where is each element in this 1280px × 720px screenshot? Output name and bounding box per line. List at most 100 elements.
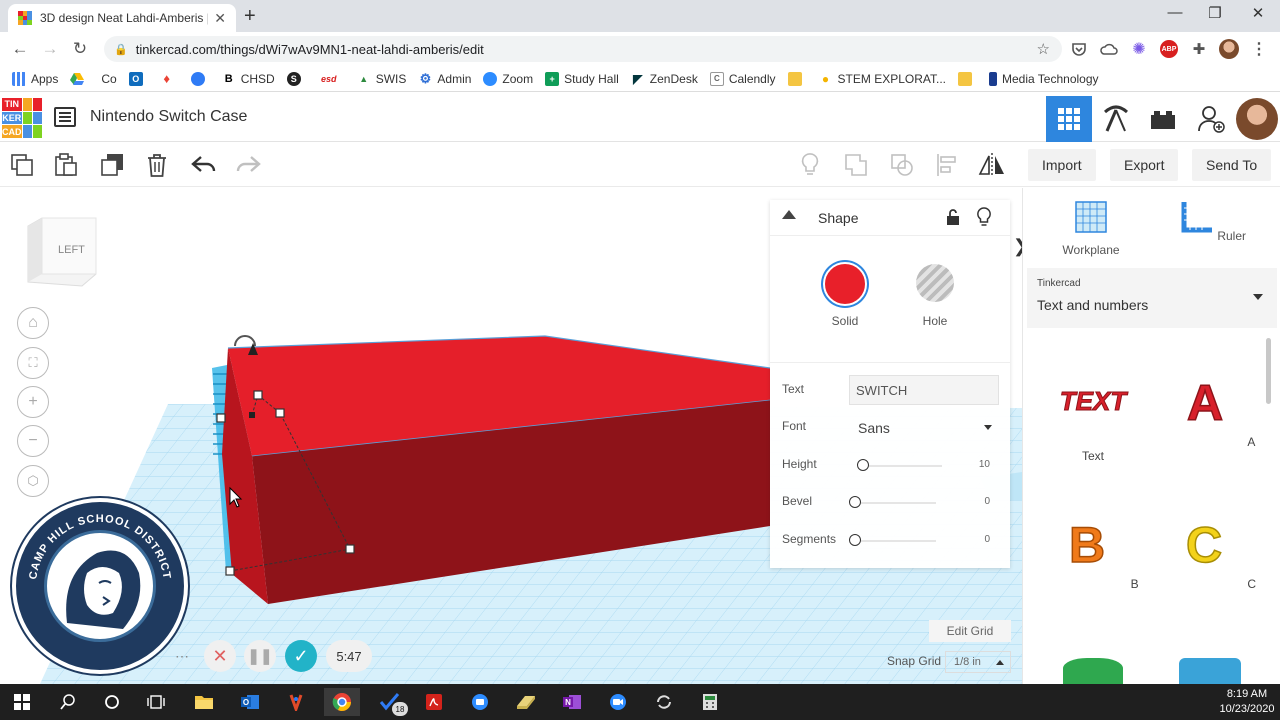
minimize-icon[interactable]: —	[1160, 4, 1190, 21]
segments-slider-track[interactable]	[856, 540, 936, 542]
taskbar-app-8[interactable]	[508, 688, 544, 716]
zoom-taskbar-button[interactable]	[462, 688, 498, 716]
window-close-icon[interactable]: ✕	[1243, 4, 1273, 22]
design-list-menu-icon[interactable]	[54, 107, 76, 127]
new-tab-plus-icon[interactable]: +	[244, 5, 256, 28]
pocket-icon[interactable]	[1068, 38, 1090, 60]
forward-arrow-icon[interactable]: →	[35, 39, 65, 59]
letter-e-thumbnail-partial[interactable]	[1179, 658, 1241, 684]
resize-handle[interactable]	[216, 413, 226, 423]
align-button[interactable]	[934, 151, 962, 179]
address-bar[interactable]: 🔒 tinkercad.com/things/dWi7wAv9MN1-neat-…	[104, 36, 1062, 62]
tinkercad-logo[interactable]: TIN KER CAD	[2, 98, 42, 138]
file-explorer-button[interactable]	[186, 688, 222, 716]
extensions-puzzle-icon[interactable]: ✚	[1188, 38, 1210, 60]
chrome-taskbar-button[interactable]	[324, 688, 360, 716]
duplicate-button[interactable]	[98, 151, 126, 179]
rotate-handle[interactable]	[234, 335, 256, 347]
resize-handle[interactable]	[275, 408, 285, 418]
taskbar-app-3[interactable]	[278, 688, 314, 716]
lock-shape-icon[interactable]	[946, 208, 960, 231]
shape-b[interactable]: B B	[1043, 510, 1143, 591]
bookmark-swis[interactable]: ▲ SWIS	[357, 72, 406, 86]
browser-tab[interactable]: 3D design Neat Lahdi-Amberis | ✕	[8, 4, 236, 32]
hide-shape-lightbulb-icon[interactable]	[976, 207, 992, 232]
chrome-menu-icon[interactable]: ⋮	[1248, 38, 1270, 60]
notes-button[interactable]	[796, 151, 824, 179]
solid-color-swatch[interactable]	[823, 262, 867, 306]
cloud-icon[interactable]	[1098, 38, 1120, 60]
taskbar-app-12[interactable]	[692, 688, 728, 716]
bookmark-zoom[interactable]: Zoom	[483, 71, 533, 86]
bookmark-co[interactable]: Co	[101, 72, 116, 86]
maximize-icon[interactable]: ❐	[1200, 4, 1230, 22]
profile-avatar-icon[interactable]	[1218, 38, 1240, 60]
home-view-button[interactable]: ⌂	[17, 307, 49, 339]
ungroup-button[interactable]	[888, 151, 916, 179]
recorder-done-button[interactable]: ✓	[285, 640, 317, 672]
shape-c[interactable]: C C	[1160, 510, 1260, 591]
bookmark-maps[interactable]: ♦	[160, 71, 179, 86]
3d-view-button[interactable]	[1046, 96, 1092, 142]
resize-handle[interactable]	[253, 390, 263, 400]
collapse-caret-icon[interactable]	[782, 210, 796, 219]
bookmark-outlook[interactable]: O	[128, 71, 148, 86]
height-slider-knob[interactable]	[857, 459, 869, 471]
segments-slider-knob[interactable]	[849, 534, 861, 546]
export-button[interactable]: Export	[1110, 149, 1179, 181]
redo-button[interactable]	[234, 151, 262, 179]
adblock-icon[interactable]: ABP	[1158, 38, 1180, 60]
recorder-cancel-button[interactable]: ✕	[204, 640, 236, 672]
undo-button[interactable]	[190, 151, 218, 179]
taskbar-app-11[interactable]	[646, 688, 682, 716]
resize-handle[interactable]	[225, 566, 235, 576]
shapes-scrollbar[interactable]	[1266, 338, 1271, 404]
shape-library-select[interactable]: Tinkercad Text and numbers	[1027, 268, 1277, 328]
reload-icon[interactable]: ↻	[65, 39, 95, 59]
bookmark-calendly[interactable]: C Calendly	[709, 71, 776, 86]
zoom-meetings-button[interactable]	[600, 688, 636, 716]
resize-handle[interactable]	[345, 544, 355, 554]
bookmark-s[interactable]: S	[286, 71, 306, 86]
bookmark-folder-2[interactable]	[958, 71, 977, 86]
send-to-button[interactable]: Send To	[1192, 149, 1272, 181]
snap-grid-select[interactable]: 1/8 in	[945, 651, 1011, 673]
zoom-out-button[interactable]: −	[17, 425, 49, 457]
acrobat-button[interactable]	[416, 688, 452, 716]
cortana-button[interactable]	[94, 688, 130, 716]
bookmark-zendesk[interactable]: ◤ ZenDesk	[631, 72, 698, 86]
copy-button[interactable]	[8, 151, 36, 179]
bookmark-chsd[interactable]: B CHSD	[222, 72, 275, 86]
letter-d-thumbnail-partial[interactable]	[1063, 658, 1123, 684]
view-cube[interactable]: LEFT	[24, 216, 98, 288]
bookmark-drive[interactable]	[70, 72, 89, 86]
bookmark-circle[interactable]	[190, 71, 210, 86]
taskbar-search-button[interactable]	[50, 688, 86, 716]
fit-view-button[interactable]: ⛶	[17, 347, 49, 379]
paste-button[interactable]	[52, 151, 80, 179]
outlook-taskbar-button[interactable]: O	[232, 688, 268, 716]
recorder-more-button[interactable]: ⋯	[166, 640, 198, 672]
shape-text[interactable]: TEXT Text	[1043, 368, 1143, 464]
zoom-in-button[interactable]: +	[17, 386, 49, 418]
bookmark-media-technology[interactable]: Media Technology	[989, 71, 1099, 86]
recorder-pause-button[interactable]: ❚❚	[244, 640, 276, 672]
taskbar-clock[interactable]: 8:19 AM 10/23/2020	[1218, 687, 1276, 717]
bookmark-admin[interactable]: ⚙ Admin	[418, 71, 472, 86]
perspective-button[interactable]: ⬡	[17, 465, 49, 497]
import-button[interactable]: Import	[1028, 149, 1096, 181]
bookmark-star-icon[interactable]: ☆	[1037, 40, 1050, 58]
workplane-tool[interactable]: Workplane	[1051, 200, 1131, 257]
ruler-tool[interactable]: Ruler	[1173, 200, 1253, 243]
design-title[interactable]: Nintendo Switch Case	[90, 108, 247, 126]
bookmark-study-hall[interactable]: + Study Hall	[545, 71, 619, 86]
bevel-slider-track[interactable]	[856, 502, 936, 504]
blocks-view-button[interactable]	[1093, 96, 1139, 142]
delete-button[interactable]	[143, 151, 171, 179]
shape-a[interactable]: A A	[1160, 368, 1260, 449]
start-button[interactable]	[4, 688, 40, 716]
resize-handle[interactable]	[249, 412, 255, 418]
height-slider-track[interactable]	[862, 465, 942, 467]
bookmark-stem[interactable]: ● STEM EXPLORAT...	[819, 72, 946, 86]
hole-swatch[interactable]	[916, 264, 954, 302]
